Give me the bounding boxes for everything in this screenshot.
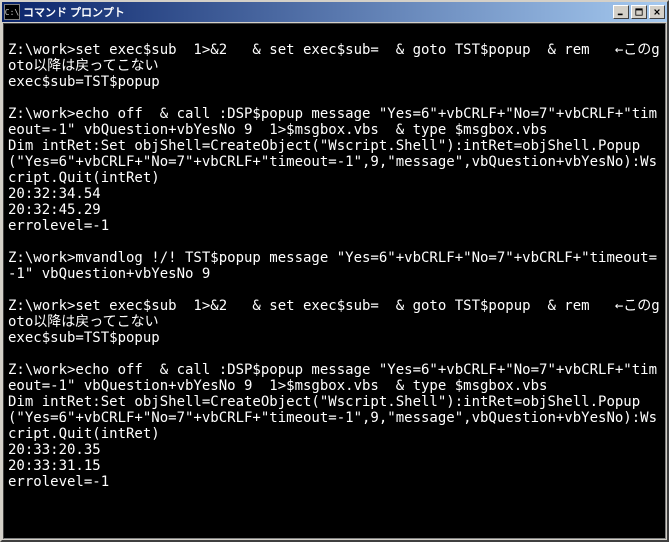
window-title: コマンド プロンプト bbox=[23, 4, 613, 20]
console-output[interactable]: Z:\work>set exec$sub 1>&2 & set exec$sub… bbox=[3, 23, 666, 539]
console-line: errolevel=-1 bbox=[8, 218, 661, 234]
console-line: 20:32:34.54 bbox=[8, 186, 661, 202]
close-button[interactable] bbox=[649, 5, 665, 19]
console-line: Z:\work>set exec$sub 1>&2 & set exec$sub… bbox=[8, 298, 661, 330]
command-prompt-window: C:\ コマンド プロンプト Z:\work>set exec$sub 1>&2… bbox=[0, 0, 669, 542]
console-line bbox=[8, 234, 661, 250]
console-line: Z:\work>echo off & call :DSP$popup messa… bbox=[8, 106, 661, 138]
console-line: Z:\work>set exec$sub 1>&2 & set exec$sub… bbox=[8, 42, 661, 74]
console-line: Z:\work>echo off & call :DSP$popup messa… bbox=[8, 362, 661, 394]
console-line: Z:\work>mvandlog !/! TST$popup message "… bbox=[8, 250, 661, 282]
console-line: errolevel=-1 bbox=[8, 474, 661, 490]
minimize-button[interactable] bbox=[613, 5, 629, 19]
console-line: exec$sub=TST$popup bbox=[8, 74, 661, 90]
console-line: exec$sub=TST$popup bbox=[8, 330, 661, 346]
app-icon: C:\ bbox=[4, 4, 20, 20]
console-line bbox=[8, 282, 661, 298]
maximize-button[interactable] bbox=[631, 5, 647, 19]
console-line bbox=[8, 90, 661, 106]
console-line bbox=[8, 346, 661, 362]
console-line: 20:33:20.35 bbox=[8, 442, 661, 458]
window-controls bbox=[613, 5, 665, 19]
console-line: 20:32:45.29 bbox=[8, 202, 661, 218]
console-line bbox=[8, 26, 661, 42]
console-line: Dim intRet:Set objShell=CreateObject("Ws… bbox=[8, 394, 661, 442]
console-line: Dim intRet:Set objShell=CreateObject("Ws… bbox=[8, 138, 661, 186]
console-line: 20:33:31.15 bbox=[8, 458, 661, 474]
titlebar[interactable]: C:\ コマンド プロンプト bbox=[2, 2, 667, 22]
